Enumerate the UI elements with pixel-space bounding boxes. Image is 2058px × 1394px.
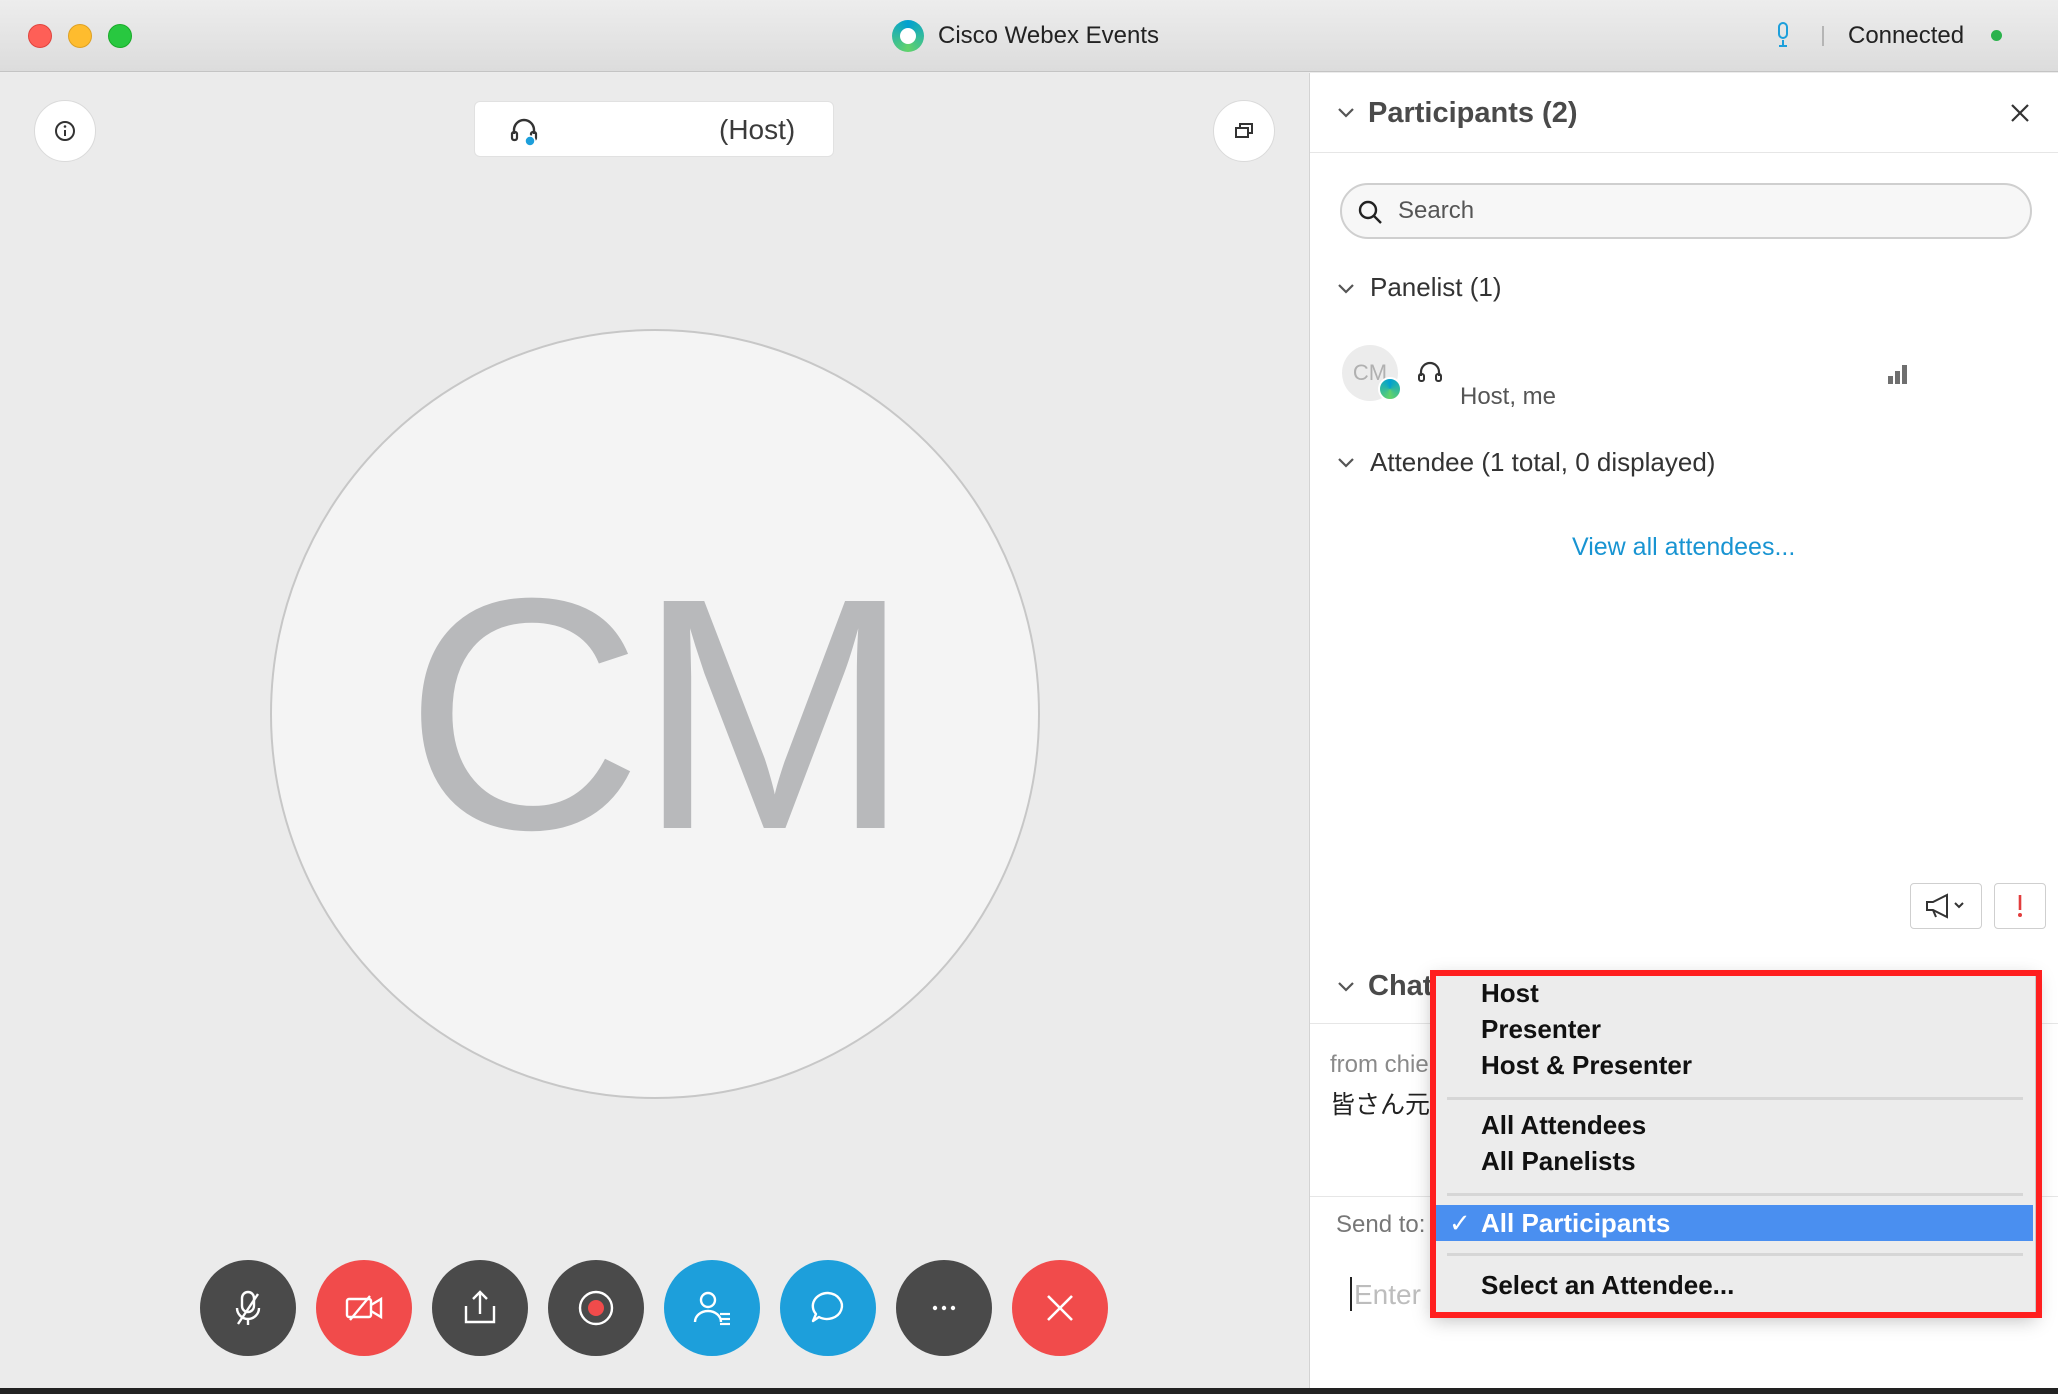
chevron-down-icon[interactable] [1336, 279, 1356, 299]
video-off-icon [345, 1295, 383, 1321]
exclamation-icon [2018, 895, 2022, 917]
webex-logo-icon [892, 20, 924, 52]
participant-search[interactable] [1340, 183, 2032, 239]
chat-sender: from chie [1330, 1051, 1429, 1078]
menu-separator [1447, 1097, 2023, 1100]
checkmark-icon: ✓ [1449, 1208, 1471, 1238]
menu-item-all-participants[interactable]: ✓ All Participants [1435, 1205, 2033, 1241]
webex-badge-icon [1378, 377, 1402, 401]
active-speaker-label: (Host) [474, 101, 834, 157]
close-icon [1047, 1295, 1073, 1321]
chevron-down-icon[interactable] [1336, 103, 1356, 123]
participants-icon [693, 1291, 730, 1326]
search-icon [1358, 200, 1382, 224]
window-close-button[interactable] [28, 24, 52, 48]
mute-button[interactable] [200, 1260, 296, 1356]
menu-item-all-panelists[interactable]: All Panelists [1435, 1143, 2033, 1179]
chat-button[interactable] [780, 1260, 876, 1356]
headset-icon [1418, 361, 1442, 382]
windows-icon [1235, 123, 1253, 138]
send-to-label: Send to: [1336, 1211, 1426, 1238]
record-button[interactable] [548, 1260, 644, 1356]
participants-header: Participants (2) [1310, 73, 2058, 153]
chevron-down-icon[interactable] [1336, 977, 1356, 997]
menu-item-presenter[interactable]: Presenter [1435, 1011, 2033, 1047]
title-separator [1822, 26, 1824, 46]
chevron-down-icon[interactable] [1336, 453, 1356, 473]
more-icon [932, 1305, 956, 1311]
menu-item-label: All Participants [1481, 1208, 1671, 1238]
broadcast-button[interactable] [1910, 883, 1982, 929]
attendee-section-label: Attendee (1 total, 0 displayed) [1370, 447, 1716, 477]
share-icon [464, 1290, 496, 1324]
megaphone-icon [1926, 893, 1964, 919]
chat-icon [811, 1291, 844, 1323]
window-mode-button[interactable] [1213, 100, 1275, 162]
participants-button[interactable] [664, 1260, 760, 1356]
connection-status-dot [1991, 30, 2002, 41]
mic-off-icon [235, 1290, 261, 1325]
menu-item-host-presenter[interactable]: Host & Presenter [1435, 1047, 2033, 1083]
menu-item-all-attendees[interactable]: All Attendees [1435, 1107, 2033, 1143]
video-stage: (Host) CM [0, 73, 1308, 1394]
info-icon [55, 121, 75, 141]
connection-status: Connected [1848, 22, 1965, 49]
chat-title: Chat [1368, 970, 1433, 1002]
view-all-attendees-link[interactable]: View all attendees... [1572, 533, 1795, 562]
close-icon[interactable] [2008, 101, 2032, 125]
window-title: Cisco Webex Events [938, 22, 1159, 49]
panelist-role: Host, me [1460, 383, 1557, 410]
window-maximize-button[interactable] [108, 24, 132, 48]
panelist-section-label: Panelist (1) [1370, 272, 1502, 302]
video-button[interactable] [316, 1260, 412, 1356]
menu-item-host[interactable]: Host [1435, 975, 2033, 1011]
menu-item-select-attendee[interactable]: Select an Attendee... [1435, 1267, 2033, 1303]
speaker-role: (Host) [719, 114, 796, 145]
headset-icon [510, 118, 538, 146]
record-icon [578, 1290, 614, 1326]
more-button[interactable] [896, 1260, 992, 1356]
window-minimize-button[interactable] [68, 24, 92, 48]
chat-message: 皆さん元 [1330, 1091, 1431, 1119]
desktop-edge [0, 1388, 2058, 1394]
menu-separator [1447, 1253, 2023, 1256]
text-caret [1350, 1277, 1352, 1311]
raise-hand-alert-button[interactable] [1994, 883, 2046, 929]
meeting-controls [200, 1260, 1120, 1356]
speaker-name [559, 115, 669, 145]
leave-button[interactable] [1012, 1260, 1108, 1356]
participant-avatar: CM [270, 329, 1040, 1099]
title-bar: Cisco Webex Events Connected [0, 0, 2058, 72]
meeting-info-button[interactable] [34, 100, 96, 162]
signal-strength-icon [1888, 365, 1907, 384]
menu-separator [1447, 1193, 2023, 1196]
search-input[interactable] [1398, 193, 1998, 229]
participants-title: Participants (2) [1368, 97, 1578, 129]
share-button[interactable] [432, 1260, 528, 1356]
mic-level-icon [1778, 22, 1788, 47]
webex-window: Cisco Webex Events Connected (Host) CM P… [0, 0, 2058, 1394]
send-to-menu: Host Presenter Host & Presenter All Atte… [1432, 972, 2036, 1314]
avatar-initials: CM [404, 529, 911, 898]
